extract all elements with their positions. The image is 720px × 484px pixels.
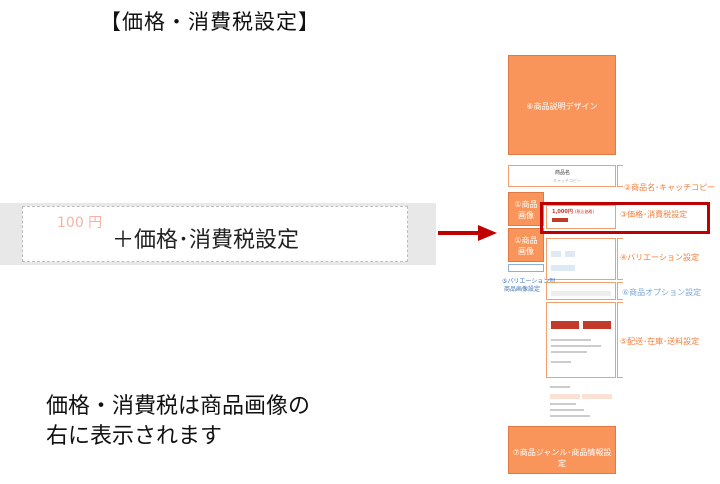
explanation-note: 価格・消費税は商品画像の 右に表示されます — [46, 392, 310, 452]
image-block-2: ①商品 画像 — [508, 228, 544, 262]
note-line-1: 価格・消費税は商品画像の — [46, 394, 311, 419]
product-name-box: 商品名 キャッチコピー — [508, 165, 616, 187]
add-price-tax-button[interactable]: ＋価格･消費税設定 — [112, 222, 299, 254]
mini-cart-button — [551, 321, 579, 329]
shipping-mini-box — [546, 302, 616, 378]
label-variation-image-2: 商品画像設定 — [504, 286, 541, 293]
mini-buy-button — [583, 321, 611, 329]
option-mini-box — [546, 282, 616, 300]
label-variation: ④バリエーション設定 — [620, 253, 700, 262]
name-bracket — [617, 165, 623, 187]
variation-mini-box — [546, 238, 616, 280]
label-name: ②商品名･キャッチコピー — [624, 183, 716, 192]
note-line-2: 右に表示されます — [46, 424, 223, 449]
design-block: ⑥商品説明デザイン — [508, 55, 616, 155]
arrow-right-icon — [438, 225, 497, 241]
label-option: ⑥商品オプション設定 — [622, 288, 702, 297]
label-shipping: ⑤配送･在庫･送料設定 — [620, 337, 700, 346]
page-title: 【価格・消費税設定】 — [100, 10, 320, 34]
variation-image-mini — [508, 264, 544, 272]
image-block-1: ①商品 画像 — [508, 192, 544, 226]
label-price: ③価格･消費税設定 — [620, 210, 688, 219]
genre-block: ⑦商品ジャンル･商品情報設定 — [508, 426, 616, 474]
price-ghost-value: 100 円 — [57, 215, 103, 231]
